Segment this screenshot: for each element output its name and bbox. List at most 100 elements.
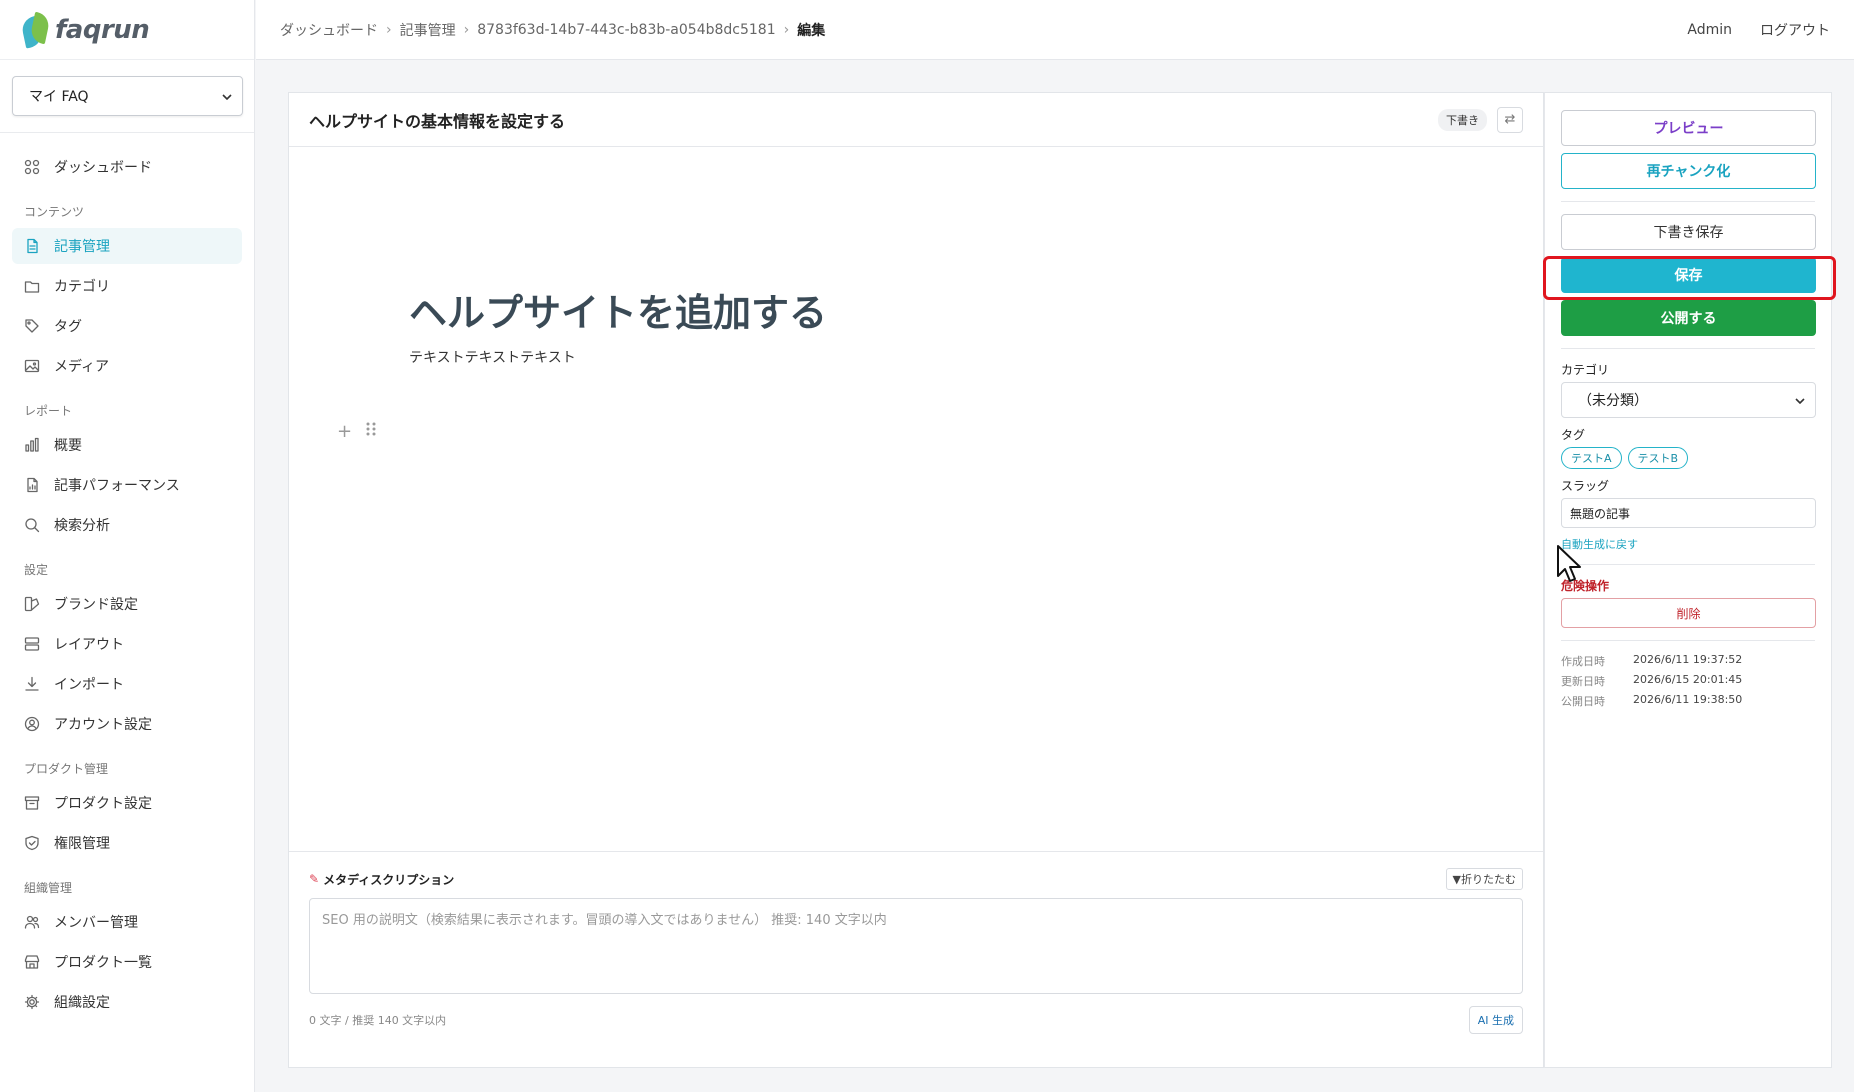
sidebar-item-label: レイアウト <box>54 637 124 653</box>
save-highlight-box <box>1543 256 1836 300</box>
sidebar-item-user-circle[interactable]: アカウント設定 <box>12 706 242 742</box>
sidebar-section-title: 組織管理 <box>24 881 73 895</box>
sidebar-item-image[interactable]: メディア <box>12 348 242 384</box>
sidebar-section-title: コンテンツ <box>24 205 85 219</box>
meta-description-label: メタディスクリプション <box>323 872 455 887</box>
tag-chip[interactable]: テストB <box>1627 447 1689 469</box>
archive-icon <box>24 795 40 811</box>
meta-description-title: ✎ メタディスクリプション <box>309 871 454 888</box>
content-paragraph[interactable]: テキストテキストテキスト <box>409 347 576 367</box>
sidebar-item-label: メンバー管理 <box>54 915 138 931</box>
created-value: 2026/6/11 19:37:52 <box>1633 653 1743 666</box>
sidebar-item-label: プロダクト設定 <box>54 796 152 812</box>
user-name[interactable]: Admin <box>1687 22 1732 38</box>
collapse-button[interactable]: ▼折りたたむ <box>1445 868 1523 890</box>
logo-text: faqrun <box>55 14 150 45</box>
search-icon <box>24 517 40 533</box>
chevron-right-icon: › <box>386 21 392 38</box>
slug-input[interactable]: 無題の記事 <box>1561 498 1816 528</box>
sidebar-item-bar-chart[interactable]: 概要 <box>12 427 242 463</box>
grid-icon <box>24 159 40 175</box>
sidebar-item-archive[interactable]: プロダクト設定 <box>12 785 242 821</box>
sidebar-item-search[interactable]: 検索分析 <box>12 507 242 543</box>
timestamps: 作成日時 2026/6/11 19:37:52 更新日時 2026/6/15 20:… <box>1561 653 1815 709</box>
publish-button[interactable]: 公開する <box>1561 300 1816 336</box>
category-value: （未分類） <box>1578 393 1648 409</box>
sidebar-item-file-chart[interactable]: 記事パフォーマンス <box>12 467 242 503</box>
published-value: 2026/6/11 19:38:50 <box>1633 693 1743 706</box>
download-icon <box>24 676 40 692</box>
sidebar-section-title: プロダクト管理 <box>24 762 109 776</box>
breadcrumb-articles[interactable]: 記事管理 <box>400 20 456 40</box>
sidebar-item-label: インポート <box>54 677 124 693</box>
sidebar-item-label: 記事管理 <box>54 239 110 255</box>
editor-canvas[interactable]: ヘルプサイトを追加する テキストテキストテキスト + <box>289 147 1543 851</box>
palette-icon <box>24 596 40 612</box>
chevron-down-icon <box>1795 392 1805 408</box>
image-icon <box>24 358 40 374</box>
chevron-right-icon: › <box>783 21 790 38</box>
logout-link[interactable]: ログアウト <box>1760 20 1830 40</box>
sidebar-item-label: 記事パフォーマンス <box>54 478 180 494</box>
rechunk-button[interactable]: 再チャンク化 <box>1561 153 1816 189</box>
meta-description-section: ✎ メタディスクリプション ▼折りたたむ SEO 用の説明文（検索結果に表示され… <box>289 851 1543 1067</box>
sidebar-item-label: ブランド設定 <box>54 597 138 613</box>
danger-zone-label: 危険操作 <box>1561 579 1610 593</box>
sidebar-item-label: メディア <box>54 359 110 375</box>
sidebar-item-label: 検索分析 <box>54 518 110 534</box>
content-heading[interactable]: ヘルプサイトを追加する <box>409 282 827 337</box>
document-icon <box>24 238 40 254</box>
auto-generate-link[interactable]: 自動生成に戻す <box>1561 536 1815 552</box>
save-draft-button[interactable]: 下書き保存 <box>1561 214 1816 250</box>
tag-chip[interactable]: テストA <box>1561 447 1622 469</box>
breadcrumb: ダッシュボード › 記事管理 › 8783f63d-14b7-443c-b83b… <box>280 20 825 40</box>
sidebar-item-document[interactable]: 記事管理 <box>12 228 242 264</box>
sidebar-item-users[interactable]: メンバー管理 <box>12 904 242 940</box>
sidebar-item-layout[interactable]: レイアウト <box>12 626 242 662</box>
drag-handle-icon[interactable] <box>366 421 376 442</box>
sidebar-item-label: アカウント設定 <box>54 717 152 733</box>
sidebar-item-shield[interactable]: 権限管理 <box>12 825 242 861</box>
status-badge: 下書き <box>1438 108 1487 131</box>
sidebar-item-label: ダッシュボード <box>54 160 152 176</box>
shield-icon <box>24 835 40 851</box>
bar-chart-icon <box>24 437 40 453</box>
delete-button[interactable]: 削除 <box>1561 598 1816 628</box>
sidebar: faqrun マイ FAQ ダッシュボード コンテンツ記事管理カテゴリタグメディ… <box>0 0 255 1092</box>
published-label: 公開日時 <box>1561 695 1605 708</box>
breadcrumb-dashboard[interactable]: ダッシュボード <box>280 20 378 40</box>
sidebar-item-label: カテゴリ <box>54 279 110 295</box>
faq-select[interactable]: マイ FAQ <box>12 76 243 116</box>
sidebar-item-download[interactable]: インポート <box>12 666 242 702</box>
sidebar-item-label: 概要 <box>54 438 82 454</box>
mouse-cursor-icon <box>1557 545 1581 582</box>
ai-generate-button[interactable]: AI 生成 <box>1468 1006 1523 1034</box>
char-count: 0 文字 / 推奨 140 文字以内 <box>309 1014 447 1027</box>
sidebar-item-label: 権限管理 <box>54 836 110 852</box>
add-block-icon[interactable]: + <box>337 421 352 442</box>
sidebar-nav: ダッシュボード コンテンツ記事管理カテゴリタグメディアレポート概要記事パフォーマ… <box>0 133 254 1020</box>
meta-description-input[interactable]: SEO 用の説明文（検索結果に表示されます。冒頭の導入文ではありません） 推奨:… <box>309 898 1523 994</box>
logo[interactable]: faqrun <box>0 0 254 60</box>
sidebar-item-label: 組織設定 <box>54 995 110 1011</box>
sidebar-item-dashboard[interactable]: ダッシュボード <box>12 149 242 185</box>
sidebar-item-tag[interactable]: タグ <box>12 308 242 344</box>
preview-button[interactable]: プレビュー <box>1561 110 1816 146</box>
sidebar-section-title: レポート <box>24 404 73 418</box>
sidebar-item-label: タグ <box>54 319 82 335</box>
users-icon <box>24 914 40 930</box>
layout-icon <box>24 636 40 652</box>
editor-header: ヘルプサイトの基本情報を設定する 下書き ⇄ <box>289 93 1543 147</box>
created-label: 作成日時 <box>1561 655 1605 668</box>
sidebar-item-store[interactable]: プロダクト一覧 <box>12 944 242 980</box>
breadcrumb-article-id[interactable]: 8783f63d-14b7-443c-b83b-a054b8dc5181 <box>477 22 775 38</box>
swap-icon[interactable]: ⇄ <box>1497 106 1523 133</box>
updated-label: 更新日時 <box>1561 675 1605 688</box>
sidebar-item-palette[interactable]: ブランド設定 <box>12 586 242 622</box>
sidebar-section-title: 設定 <box>24 563 49 577</box>
category-label: カテゴリ <box>1561 363 1610 377</box>
article-title[interactable]: ヘルプサイトの基本情報を設定する <box>309 108 565 132</box>
category-select[interactable]: （未分類） <box>1561 382 1816 418</box>
sidebar-item-gear[interactable]: 組織設定 <box>12 984 242 1020</box>
sidebar-item-folder[interactable]: カテゴリ <box>12 268 242 304</box>
